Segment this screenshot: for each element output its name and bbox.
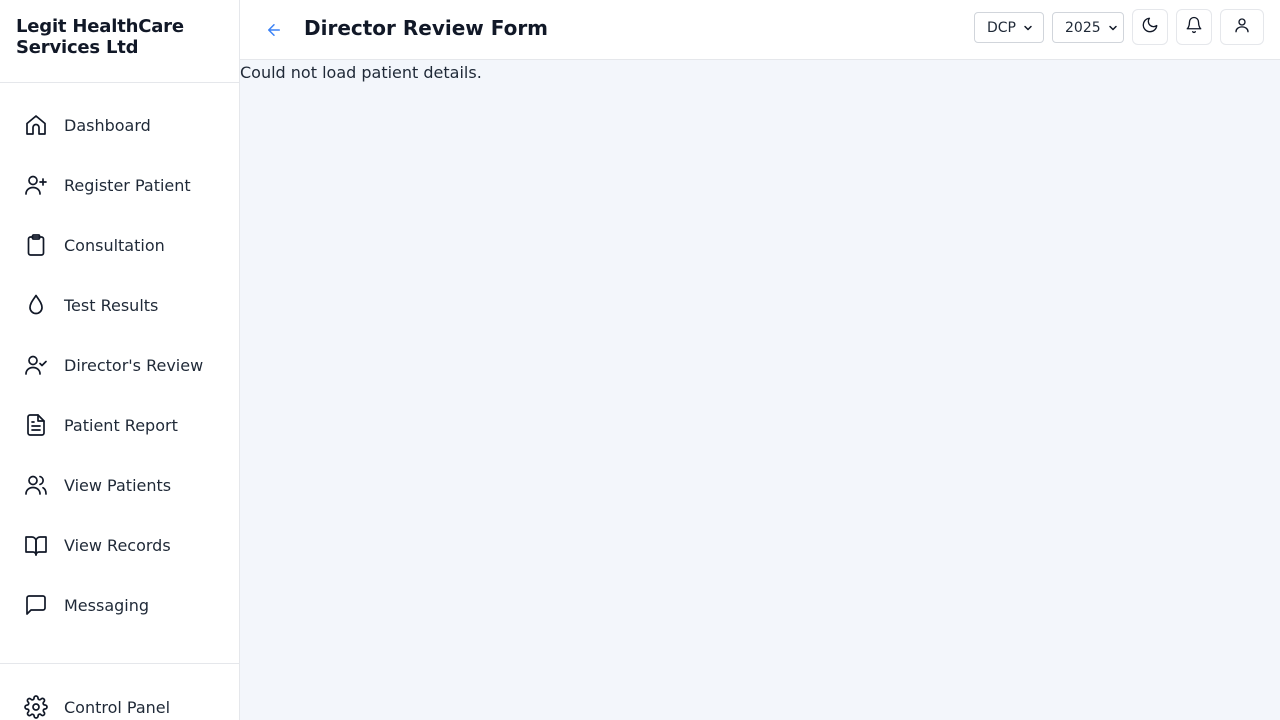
sidebar-item-label: Director's Review xyxy=(64,355,204,375)
error-message: Could not load patient details. xyxy=(240,63,482,82)
sidebar-item-messaging[interactable]: Messaging xyxy=(0,575,239,635)
sidebar-item-label: View Patients xyxy=(64,475,172,495)
sidebar-item-label: Test Results xyxy=(64,295,159,315)
header-controls: DCP 2025 xyxy=(974,9,1264,45)
top-bar: Director Review Form DCP 2025 xyxy=(240,0,1280,60)
org-select[interactable]: DCP xyxy=(974,12,1044,43)
sidebar-item-label: Register Patient xyxy=(64,175,191,195)
sidebar-item-register-patient[interactable]: Register Patient xyxy=(0,155,239,215)
user-plus-icon xyxy=(24,173,48,197)
theme-toggle-button[interactable] xyxy=(1132,9,1168,45)
page-title: Director Review Form xyxy=(304,16,549,40)
sidebar-item-label: Patient Report xyxy=(64,415,178,435)
org-select-value: DCP xyxy=(987,19,1016,36)
sidebar-item-dashboard[interactable]: Dashboard xyxy=(0,95,239,155)
moon-icon xyxy=(1141,16,1159,38)
user-icon xyxy=(1233,16,1251,38)
sidebar-item-label: Consultation xyxy=(64,235,165,255)
sidebar-item-view-patients[interactable]: View Patients xyxy=(0,455,239,515)
chevron-down-icon xyxy=(1022,22,1034,34)
file-text-icon xyxy=(24,413,48,437)
year-select-value: 2025 xyxy=(1065,19,1101,36)
message-square-icon xyxy=(24,593,48,617)
year-select[interactable]: 2025 xyxy=(1052,12,1124,43)
sidebar-item-control-panel[interactable]: Control Panel xyxy=(0,664,239,720)
sidebar-item-label: Control Panel xyxy=(64,697,171,717)
droplet-icon xyxy=(24,293,48,317)
clipboard-icon xyxy=(24,233,48,257)
users-icon xyxy=(24,473,48,497)
profile-button[interactable] xyxy=(1220,9,1264,45)
user-check-icon xyxy=(24,353,48,377)
sidebar-footer: Control Panel xyxy=(0,663,239,720)
book-open-icon xyxy=(24,533,48,557)
notifications-button[interactable] xyxy=(1176,9,1212,45)
sidebar-item-consultation[interactable]: Consultation xyxy=(0,215,239,275)
brand-name: Legit HealthCare Services Ltd xyxy=(16,16,184,58)
sidebar-item-patient-report[interactable]: Patient Report xyxy=(0,395,239,455)
chevron-down-icon xyxy=(1107,22,1119,34)
sidebar-nav: Dashboard Register Patient Consultation … xyxy=(0,95,239,635)
gear-icon xyxy=(24,695,48,719)
sidebar-item-test-results[interactable]: Test Results xyxy=(0,275,239,335)
sidebar-item-label: Dashboard xyxy=(64,115,151,135)
main-content: Could not load patient details. xyxy=(240,60,1280,720)
sidebar: Legit HealthCare Services Ltd Dashboard … xyxy=(0,0,240,720)
sidebar-item-label: Messaging xyxy=(64,595,150,615)
sidebar-item-label: View Records xyxy=(64,535,171,555)
bell-icon xyxy=(1185,16,1203,38)
home-icon xyxy=(24,113,48,137)
sidebar-item-view-records[interactable]: View Records xyxy=(0,515,239,575)
brand: Legit HealthCare Services Ltd xyxy=(0,0,239,83)
back-arrow-icon[interactable] xyxy=(262,18,286,42)
sidebar-item-directors-review[interactable]: Director's Review xyxy=(0,335,239,395)
